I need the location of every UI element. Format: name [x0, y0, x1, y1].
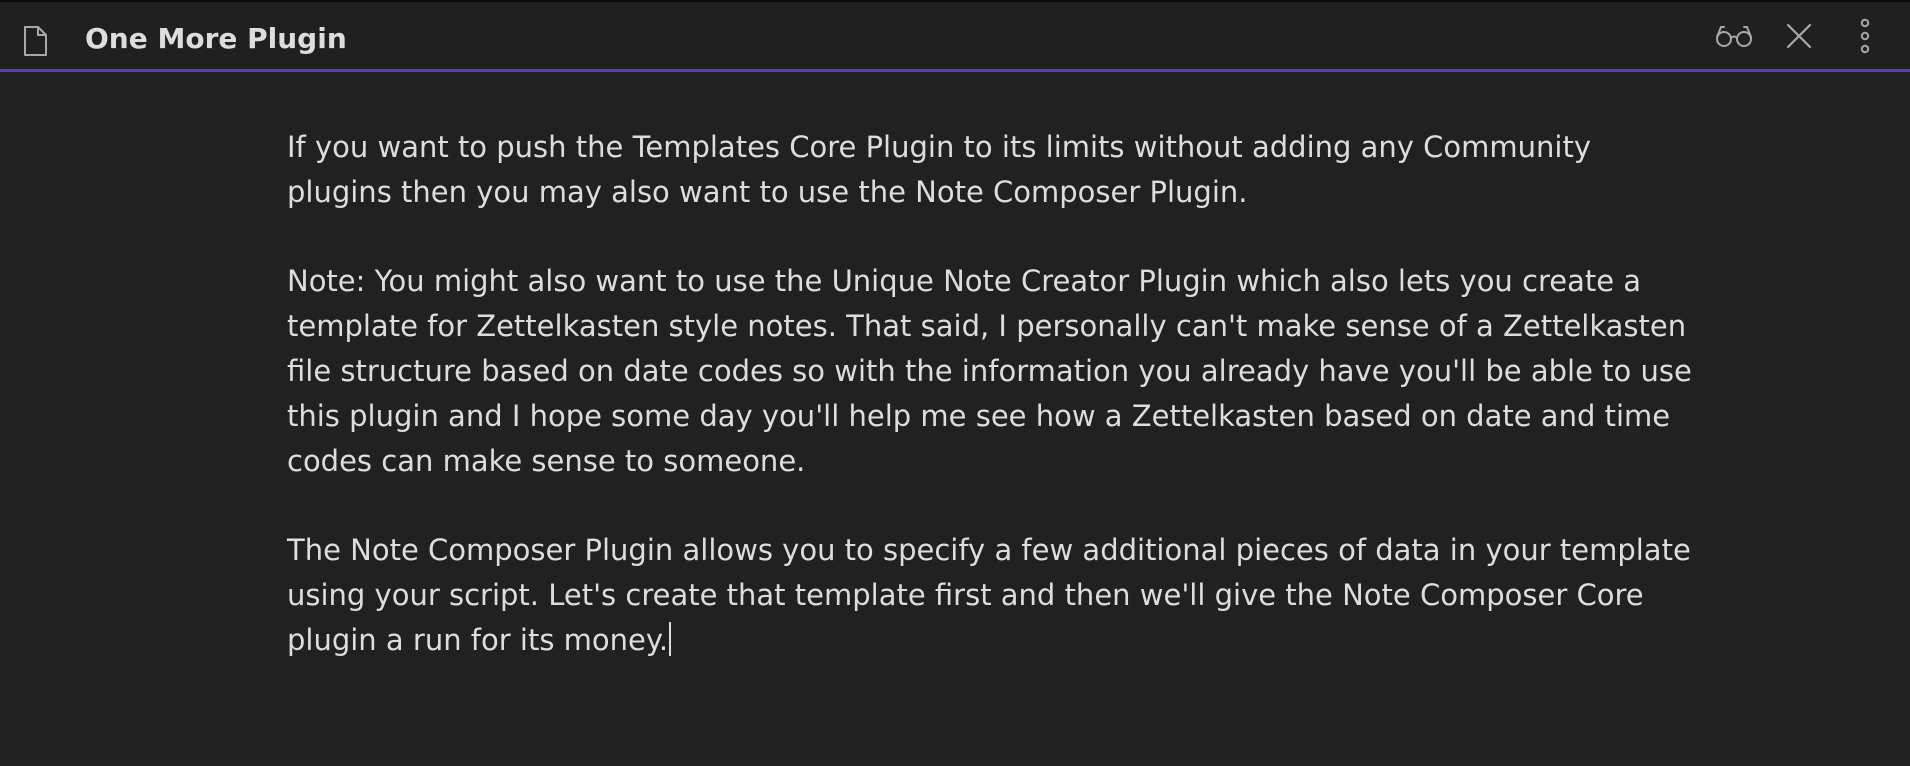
text-line-with-cursor: plugin a run for its money. — [287, 618, 1677, 663]
text-line: plugin a run for its money. — [287, 623, 669, 657]
paragraph: The Note Composer Plugin allows you to s… — [287, 528, 1691, 663]
text-line: codes can make sense to someone. — [287, 444, 806, 478]
reading-view-button[interactable] — [1712, 18, 1756, 58]
note-header: One More Plugin — [0, 2, 1910, 72]
paragraph: Note: You might also want to use the Uni… — [287, 259, 1692, 484]
text-line: The Note Composer Plugin allows you to s… — [287, 533, 1691, 567]
text-line: If you want to push the Templates Core P… — [287, 130, 1592, 164]
text-line: template for Zettelkasten style notes. T… — [287, 309, 1687, 343]
glasses-icon — [1714, 23, 1754, 53]
text-line: Note: You might also want to use the Uni… — [287, 264, 1642, 298]
more-options-button[interactable] — [1845, 18, 1885, 58]
text-cursor — [669, 622, 672, 656]
text-line: plugins then you may also want to use th… — [287, 175, 1248, 209]
close-button[interactable] — [1778, 18, 1820, 58]
file-icon — [18, 24, 52, 58]
close-icon — [1785, 22, 1813, 54]
note-title: One More Plugin — [85, 22, 347, 55]
text-line: this plugin and I hope some day you'll h… — [287, 399, 1671, 433]
text-line: file structure based on date codes so wi… — [287, 354, 1692, 388]
note-editor[interactable]: If you want to push the Templates Core P… — [287, 125, 1692, 707]
text-line: using your script. Let's create that tem… — [287, 578, 1644, 612]
more-vertical-icon — [1858, 18, 1872, 58]
paragraph: If you want to push the Templates Core P… — [287, 125, 1677, 215]
